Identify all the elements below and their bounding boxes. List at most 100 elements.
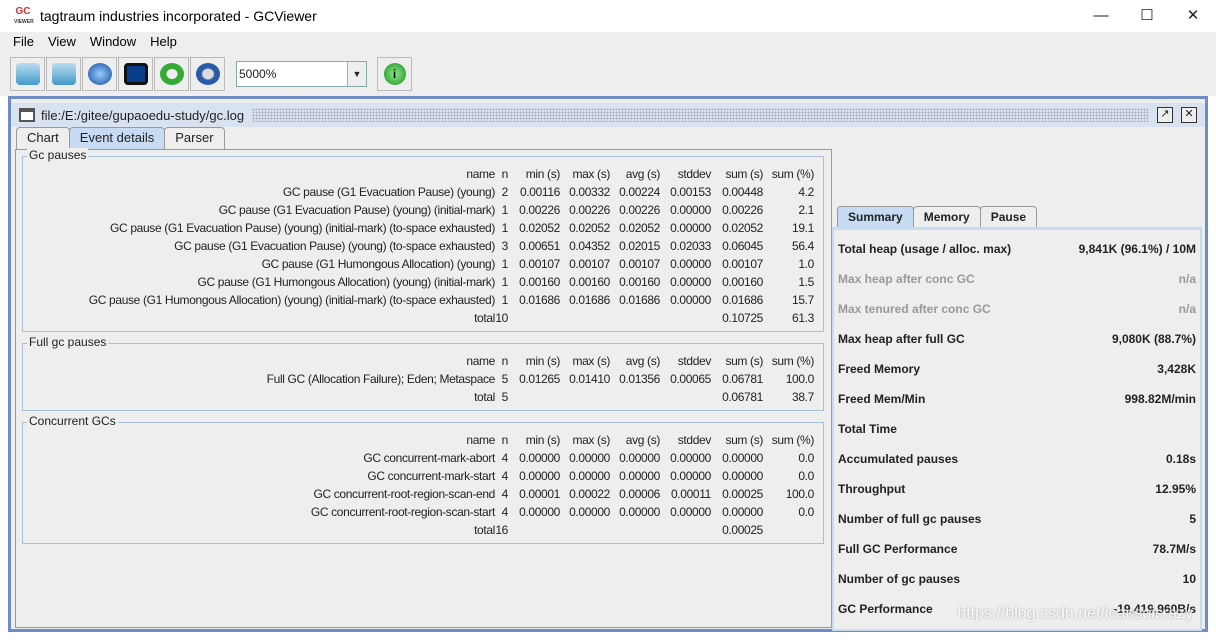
table-cell: 0.06781: [722, 390, 763, 404]
info-button[interactable]: i: [377, 57, 412, 91]
group-label: Gc pauses: [27, 148, 89, 162]
header-row: name n min (s) max (s) avg (s) stddev sum (s) s…: [23, 165, 825, 183]
table-cell: GC pause (G1 Evacuation Pause) (young) (…: [110, 221, 495, 235]
table-cell: 0.00116: [519, 185, 560, 199]
menu-view[interactable]: View: [48, 32, 76, 52]
table-cell: 56.4: [792, 239, 814, 253]
summary-row: Accumulated pauses 0.18s: [838, 452, 1196, 472]
table-cell: 0.00006: [619, 487, 660, 501]
summary-row: Throughput 12.95%: [838, 482, 1196, 502]
column-header: sum (%): [771, 167, 815, 181]
table-cell: 0.00000: [670, 505, 711, 519]
table-cell: 0.00001: [519, 487, 560, 501]
table-cell: 10: [495, 311, 508, 325]
summary-label: Freed Mem/Min: [838, 392, 926, 406]
menu-bar: File View Window Help: [0, 32, 1216, 52]
table-cell: 0.01686: [619, 293, 660, 307]
table-cell: 0.02052: [519, 221, 560, 235]
app-logo-icon: GC VIEWER: [14, 6, 34, 26]
table-cell: 5: [501, 390, 509, 404]
table-cell: 0.01265: [519, 372, 560, 386]
column-header: sum (s): [725, 354, 763, 368]
column-header: max (s): [572, 167, 610, 181]
table-cell: 0.06781: [722, 372, 763, 386]
table-row: GC pause (G1 Evacuation Pause) (young) (…: [23, 237, 825, 255]
column-header: stddev: [677, 167, 712, 181]
summary-label: Max tenured after conc GC: [838, 302, 991, 316]
save-button[interactable]: [118, 57, 153, 91]
table-cell: 1.5: [798, 275, 814, 289]
table-cell: 4: [501, 505, 509, 519]
table-cell: 15.7: [792, 293, 814, 307]
frame-close-icon[interactable]: ✕: [1181, 107, 1197, 123]
summary-row: Max heap after full GC 9,080K (88.7%): [838, 332, 1196, 352]
table-cell: 0.04352: [569, 239, 610, 253]
summary-row: Freed Mem/Min 998.82M/min: [838, 392, 1196, 412]
minimize-button[interactable]: —: [1078, 0, 1124, 30]
close-button[interactable]: ✕: [1170, 0, 1216, 30]
table-cell: GC concurrent-root-region-scan-start: [310, 505, 495, 519]
column-header: name: [466, 167, 495, 181]
table-cell: 0.02052: [722, 221, 763, 235]
restore-icon[interactable]: ↗: [1157, 107, 1173, 123]
tab-summary[interactable]: Summary: [837, 206, 914, 227]
table-cell: 0.0: [798, 505, 814, 519]
summary-label: Total Time: [838, 422, 897, 436]
summary-value: n/a: [1178, 272, 1196, 286]
menu-help[interactable]: Help: [150, 32, 177, 52]
menu-window[interactable]: Window: [90, 32, 136, 52]
tab-parser[interactable]: Parser: [164, 127, 225, 149]
table-cell: 0.01686: [722, 293, 763, 307]
table-row: GC pause (G1 Humongous Allocation) (youn…: [23, 255, 825, 273]
column-header: n: [501, 354, 509, 368]
open-recent-button[interactable]: [46, 57, 81, 91]
table-cell: 0.02052: [569, 221, 610, 235]
table-cell: 0.00000: [619, 505, 660, 519]
table-group: Concurrent GCs name n min (s) max (s) avg (s)…: [22, 414, 824, 544]
table-cell: 100.0: [785, 487, 815, 501]
tab-pause[interactable]: Pause: [979, 206, 1038, 227]
summary-panel: Summary Memory Pause Total heap (usage /…: [832, 206, 1202, 631]
table-row: GC pause (G1 Evacuation Pause) (young) (…: [23, 201, 825, 219]
table-cell: Full GC (Allocation Failure); Eden; Meta…: [266, 372, 496, 386]
window-icon: [19, 108, 35, 122]
column-header: n: [501, 167, 509, 181]
zoom-combo[interactable]: 5000% ▼: [236, 61, 367, 87]
table-cell: 0.0: [798, 451, 814, 465]
tab-chart[interactable]: Chart: [16, 127, 70, 149]
table-row: GC pause (G1 Humongous Allocation) (youn…: [23, 291, 825, 309]
table-cell: 0.00000: [722, 451, 763, 465]
summary-value: 10: [1182, 572, 1196, 586]
table-cell: 0.00107: [722, 257, 763, 271]
watch-button[interactable]: [190, 57, 225, 91]
open-file-button[interactable]: [10, 57, 45, 91]
watch-icon: [195, 63, 220, 85]
table-cell: 4: [501, 487, 509, 501]
summary-row: Number of full gc pauses 5: [838, 512, 1196, 532]
menu-file[interactable]: File: [13, 32, 34, 52]
table-cell: 38.7: [792, 390, 814, 404]
refresh-button[interactable]: [154, 57, 189, 91]
column-header: avg (s): [625, 167, 661, 181]
table-cell: 0.00000: [670, 257, 711, 271]
table-cell: 0.01356: [619, 372, 660, 386]
chevron-down-icon[interactable]: ▼: [347, 62, 366, 86]
table-group: Full gc pauses name n min (s) max (s) avg (s)…: [22, 335, 824, 411]
table-cell: 0.00000: [569, 451, 610, 465]
maximize-button[interactable]: ☐: [1124, 0, 1170, 30]
table-cell: GC concurrent-mark-abort: [363, 451, 495, 465]
table-cell: 0.00000: [670, 203, 711, 217]
table-cell: 0.00332: [569, 185, 610, 199]
table-cell: 0.00000: [722, 469, 763, 483]
table-cell: 4: [501, 451, 509, 465]
summary-label: GC Performance: [838, 602, 933, 616]
tab-memory[interactable]: Memory: [912, 206, 981, 227]
table-cell: 0.10725: [722, 311, 763, 325]
save-icon: [123, 63, 148, 85]
table-cell: 1: [501, 275, 509, 289]
tab-event-details[interactable]: Event details: [68, 127, 166, 149]
open-url-button[interactable]: [82, 57, 117, 91]
table-cell: 0.00000: [519, 451, 560, 465]
summary-value: n/a: [1178, 302, 1196, 316]
summary-value: 9,080K (88.7%): [1111, 332, 1196, 346]
